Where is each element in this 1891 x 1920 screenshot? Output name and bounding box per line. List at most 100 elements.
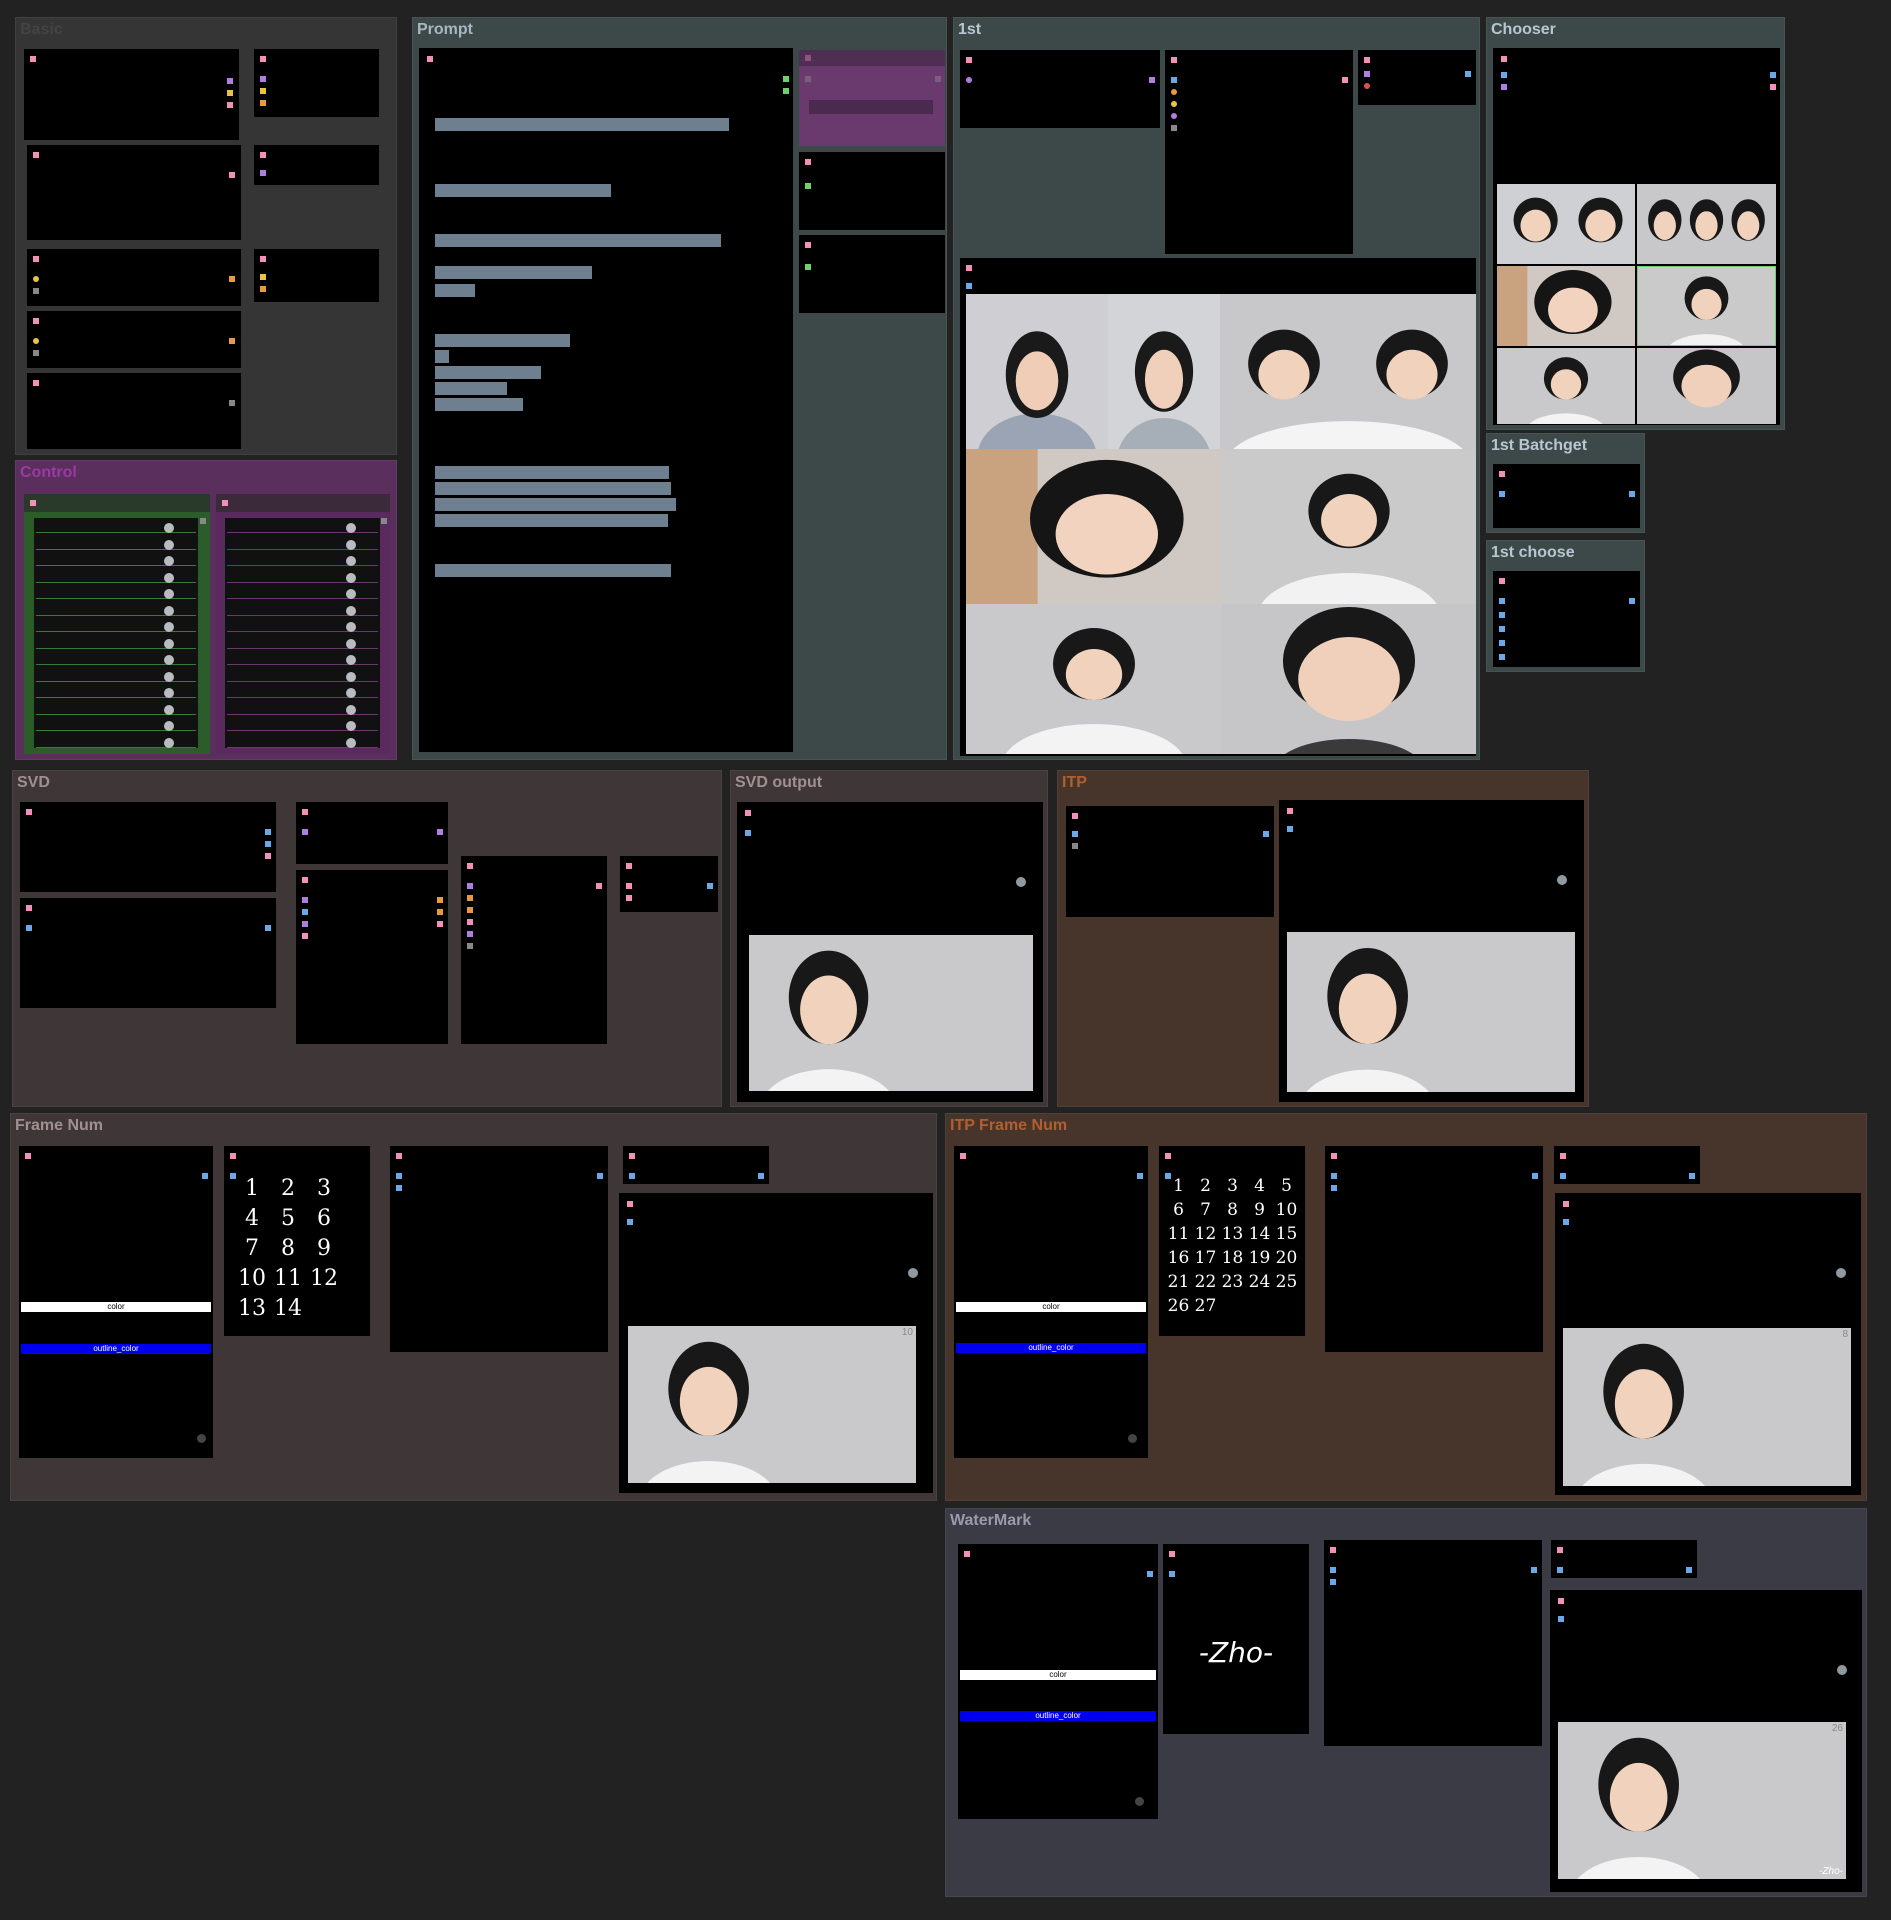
node-svd-4[interactable]	[296, 870, 448, 1044]
toggle-knob[interactable]	[164, 539, 174, 550]
group-first[interactable]: 1st	[953, 17, 1480, 760]
node-basic-3[interactable]	[27, 145, 241, 240]
toggle-knob[interactable]	[346, 622, 356, 632]
toggle-knob[interactable]	[164, 523, 174, 533]
watermark-output-image[interactable]: 26 -Zho-	[1558, 1722, 1846, 1879]
node-basic-1[interactable]	[24, 49, 239, 140]
node-frame-4[interactable]	[623, 1146, 769, 1184]
toggle-knob[interactable]	[346, 605, 356, 616]
toggle-knob[interactable]	[346, 671, 356, 682]
toggle-knob[interactable]	[346, 655, 356, 665]
node-svd-6[interactable]	[620, 856, 718, 912]
group-control[interactable]: Control	[15, 460, 397, 760]
node-choose[interactable]	[1493, 571, 1640, 667]
node-first-1[interactable]	[960, 50, 1160, 128]
group-prompt[interactable]: Prompt	[412, 17, 947, 760]
node-prompt-3[interactable]	[799, 235, 945, 313]
node-svd-output[interactable]	[737, 802, 1043, 1102]
group-watermark[interactable]: WaterMark color outline_color -Zho- 26 -…	[945, 1508, 1867, 1897]
node-basic-4[interactable]	[254, 145, 379, 185]
face-image[interactable]	[1220, 294, 1476, 449]
toggle-knob[interactable]	[164, 589, 174, 599]
node-frame-preview[interactable]: 10	[619, 1193, 933, 1493]
outline-color-bar[interactable]: outline_color	[21, 1344, 211, 1354]
node-svd-3[interactable]	[20, 898, 276, 1008]
node-itp-2[interactable]	[1279, 800, 1584, 1102]
toggle-knob[interactable]	[164, 704, 174, 715]
node-basic-6[interactable]	[254, 249, 379, 302]
toggle-knob[interactable]	[164, 622, 174, 632]
group-frame-num[interactable]: Frame Num color outline_color 1234567891…	[10, 1113, 937, 1501]
node-prompt-purple[interactable]	[799, 50, 945, 146]
node-itp-frame-4[interactable]	[1554, 1146, 1700, 1184]
group-svd-output[interactable]: SVD output	[730, 770, 1048, 1107]
node-watermark-preview[interactable]: 26 -Zho-	[1550, 1590, 1862, 1892]
node-first-preview[interactable]	[960, 258, 1476, 756]
node-basic-8[interactable]	[27, 373, 241, 449]
node-batchget[interactable]	[1493, 464, 1640, 528]
toggle-knob[interactable]	[164, 721, 174, 731]
node-first-3[interactable]	[1358, 50, 1476, 105]
toggle-knob[interactable]	[164, 655, 174, 665]
group-chooser[interactable]: Chooser	[1486, 17, 1785, 430]
node-svd-2[interactable]	[296, 802, 448, 864]
node-itp-frame-3[interactable]	[1325, 1146, 1543, 1352]
toggle-knob[interactable]	[164, 688, 174, 698]
node-itp-1[interactable]	[1066, 806, 1274, 917]
node-itp-frame-text[interactable]: color outline_color	[954, 1146, 1148, 1458]
toggle-knob[interactable]	[164, 671, 174, 682]
itp-frame-output-image[interactable]: 8	[1563, 1328, 1851, 1486]
toggle-knob[interactable]	[346, 589, 356, 599]
node-first-2[interactable]	[1165, 50, 1353, 254]
face-image[interactable]	[966, 294, 1108, 449]
node-basic-2[interactable]	[254, 49, 379, 117]
toggle-knob[interactable]	[346, 704, 356, 715]
itp-output-image[interactable]	[1287, 932, 1575, 1092]
frame-output-image[interactable]: 10	[628, 1326, 916, 1483]
outline-color-bar[interactable]: outline_color	[960, 1711, 1156, 1721]
group-choose[interactable]: 1st choose	[1486, 540, 1645, 672]
chooser-thumb[interactable]	[1497, 266, 1635, 346]
toggle-knob[interactable]	[164, 605, 174, 616]
toggle-knob[interactable]	[346, 539, 356, 550]
node-svd-1[interactable]	[20, 802, 276, 892]
toggle-knob[interactable]	[346, 572, 356, 583]
group-svd[interactable]: SVD	[12, 770, 722, 1107]
toggle-knob[interactable]	[346, 523, 356, 533]
group-itp-frame-num[interactable]: ITP Frame Num color outline_color 123456…	[945, 1113, 1867, 1501]
outline-color-bar[interactable]: outline_color	[956, 1343, 1146, 1353]
toggle-knob[interactable]	[164, 572, 174, 583]
toggle-knob[interactable]	[346, 737, 356, 748]
node-itp-frame-preview[interactable]: 8	[1555, 1193, 1861, 1495]
node-prompt-2[interactable]	[799, 152, 945, 230]
face-image[interactable]	[1108, 294, 1220, 449]
chooser-thumb[interactable]	[1637, 184, 1776, 264]
node-frame-3[interactable]	[390, 1146, 608, 1352]
color-bar[interactable]: color	[956, 1302, 1146, 1312]
color-bar[interactable]: color	[960, 1670, 1156, 1680]
chooser-thumb-selected[interactable]	[1637, 266, 1776, 346]
node-chooser[interactable]	[1493, 48, 1780, 425]
face-image[interactable]	[966, 449, 1222, 604]
face-image[interactable]	[1222, 604, 1476, 754]
color-bar[interactable]: color	[21, 1302, 211, 1312]
node-control-left[interactable]	[24, 494, 210, 754]
toggle-knob[interactable]	[164, 556, 174, 566]
node-basic-7[interactable]	[27, 311, 241, 368]
group-batchget[interactable]: 1st Batchget	[1486, 433, 1645, 533]
toggle-knob[interactable]	[164, 638, 174, 649]
face-image[interactable]	[966, 604, 1222, 754]
toggle-knob[interactable]	[346, 688, 356, 698]
group-itp[interactable]: ITP	[1057, 770, 1589, 1107]
group-basic[interactable]: Basic	[15, 17, 397, 455]
node-watermark-preview-text[interactable]: -Zho-	[1163, 1544, 1309, 1734]
node-prompt-text[interactable]	[419, 48, 793, 752]
node-watermark-4[interactable]	[1551, 1540, 1697, 1578]
node-itp-frame-numbers[interactable]: 1 2 3 4 5 6 7 8 9 10 11 12 13 14 15 16 17 18 19 20 21 22 23 24 2…	[1159, 1146, 1305, 1336]
node-basic-5[interactable]	[27, 249, 241, 306]
face-image[interactable]	[1222, 449, 1476, 604]
node-control-right[interactable]	[216, 494, 390, 754]
node-frame-numbers[interactable]: 1 2 3 4 5 6 7 8 9 10 11 12 13 14	[224, 1146, 370, 1336]
chooser-thumb[interactable]	[1637, 348, 1776, 424]
chooser-thumb[interactable]	[1497, 184, 1635, 264]
